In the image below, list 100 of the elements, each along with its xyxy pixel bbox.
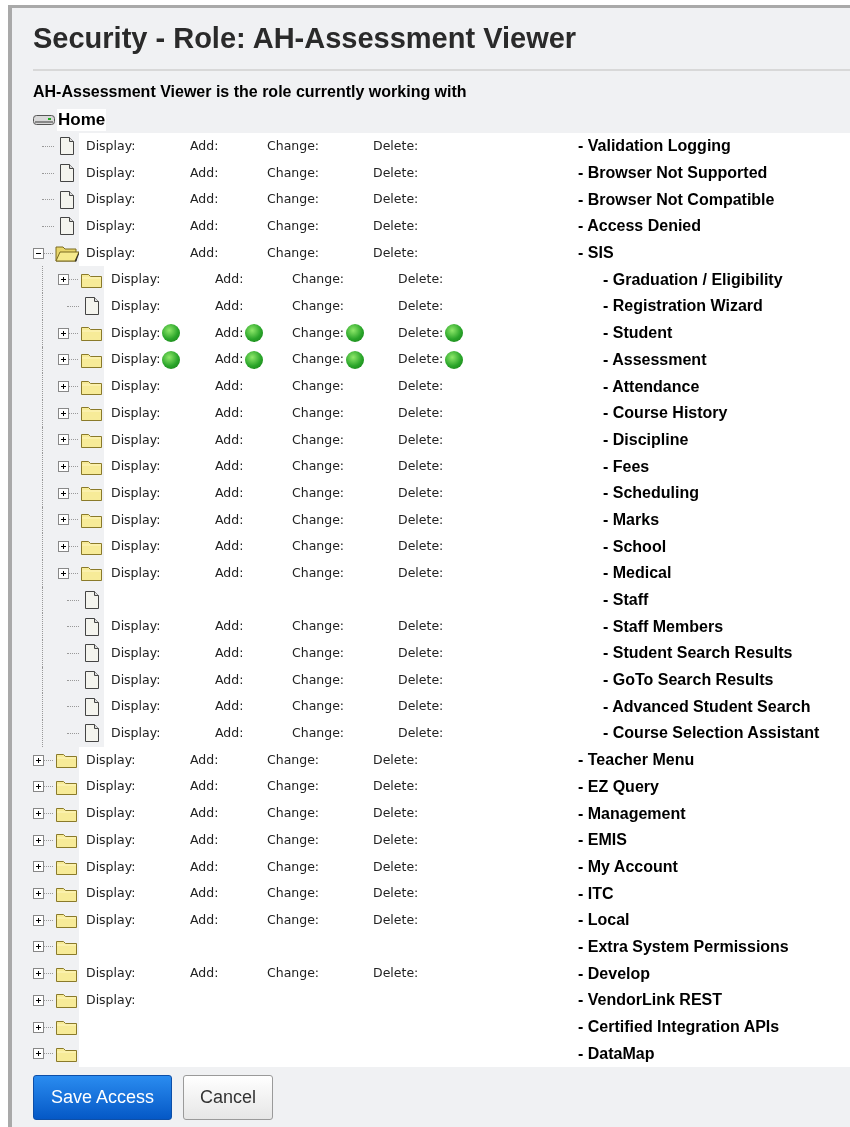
permission-label: Delete: <box>397 403 444 422</box>
section-name: - Attendance <box>602 376 700 397</box>
permission-label: Add: <box>189 243 219 262</box>
expand-icon[interactable] <box>58 274 78 286</box>
collapse-icon[interactable] <box>33 247 53 259</box>
permission-label: Change: <box>266 830 320 849</box>
permission-label: Delete: <box>397 510 444 529</box>
expand-icon[interactable] <box>58 514 78 526</box>
permission-label: Change: <box>266 910 320 929</box>
permission-label: Add: <box>214 537 244 556</box>
expand-icon[interactable] <box>33 861 53 873</box>
permission-label: Add: <box>214 323 244 342</box>
expand-icon[interactable] <box>58 567 78 579</box>
granted-icon[interactable] <box>346 324 365 343</box>
expand-icon[interactable] <box>33 808 53 820</box>
section-name: - Student <box>602 323 673 344</box>
granted-icon[interactable] <box>245 350 264 369</box>
granted-icon[interactable] <box>245 324 264 343</box>
section-name: - Student Search Results <box>602 643 793 664</box>
permission-label: Change: <box>291 430 345 449</box>
permission-label: Change: <box>291 457 345 476</box>
permission-label: Display: <box>110 377 161 396</box>
permission-label: Display: <box>110 270 161 289</box>
section-name: - School <box>602 536 667 557</box>
folder-icon <box>80 484 104 503</box>
section-name: - Marks <box>602 509 660 530</box>
permission-label: Delete: <box>397 724 444 743</box>
expand-icon[interactable] <box>33 754 53 766</box>
section-name: - Access Denied <box>577 216 701 237</box>
granted-icon[interactable] <box>346 350 365 369</box>
permission-label: Add: <box>214 297 244 316</box>
expand-icon[interactable] <box>33 1021 53 1033</box>
tree-root-label[interactable]: Home <box>57 109 107 131</box>
permission-label: Delete: <box>397 377 444 396</box>
expand-icon[interactable] <box>58 407 78 419</box>
section-name: - SIS <box>577 243 614 264</box>
expand-icon[interactable] <box>33 888 53 900</box>
section-name: - GoTo Search Results <box>602 670 774 691</box>
section-name: - Fees <box>602 456 650 477</box>
permission-label: Change: <box>266 857 320 876</box>
permission-label: Display: <box>110 670 161 689</box>
permission-label: Add: <box>214 617 244 636</box>
drive-icon <box>33 114 55 126</box>
expand-icon[interactable] <box>58 381 78 393</box>
permission-label: Display: <box>85 830 136 849</box>
page-title: Security - Role: AH-Assessment Viewer <box>33 21 577 56</box>
section-name: - Staff Members <box>602 616 724 637</box>
permission-label: Display: <box>85 163 136 182</box>
permission-label: Add: <box>189 217 219 236</box>
permission-label: Change: <box>291 644 345 663</box>
permission-label: Delete: <box>397 563 444 582</box>
permission-label: Change: <box>266 804 320 823</box>
permission-label: Delete: <box>397 537 444 556</box>
expand-icon[interactable] <box>58 461 78 473</box>
permission-label: Display: <box>85 136 136 155</box>
permission-label: Change: <box>291 617 345 636</box>
cancel-button[interactable]: Cancel <box>183 1075 274 1121</box>
section-name: - Registration Wizard <box>602 296 763 317</box>
permission-label: Add: <box>189 910 219 929</box>
permission-label: Add: <box>214 377 244 396</box>
permission-label: Add: <box>214 350 244 369</box>
permission-label: Display: <box>110 457 161 476</box>
permission-label: Delete: <box>372 777 419 796</box>
expand-icon[interactable] <box>33 994 53 1006</box>
section-name: - Browser Not Supported <box>577 163 768 184</box>
section-name: - Scheduling <box>602 483 699 504</box>
expand-icon[interactable] <box>33 834 53 846</box>
save-button[interactable]: Save Access <box>33 1075 173 1121</box>
section-name: - My Account <box>577 856 678 877</box>
expand-icon[interactable] <box>33 1048 53 1060</box>
expand-icon[interactable] <box>58 487 78 499</box>
permission-label: Display: <box>110 697 161 716</box>
permission-label: Add: <box>189 190 219 209</box>
permission-label: Change: <box>266 136 320 155</box>
expand-icon[interactable] <box>58 354 78 366</box>
expand-icon[interactable] <box>58 327 78 339</box>
folder-icon <box>55 831 79 850</box>
section-name: - Medical <box>602 563 672 584</box>
granted-icon[interactable] <box>162 324 181 343</box>
expand-icon[interactable] <box>33 941 53 953</box>
permission-label: Add: <box>214 457 244 476</box>
role-description: AH-Assessment Viewer is the role currently working with <box>33 82 467 102</box>
folder-icon <box>55 1018 79 1037</box>
granted-icon[interactable] <box>162 350 181 369</box>
granted-icon[interactable] <box>445 324 464 343</box>
permission-label: Display: <box>85 857 136 876</box>
section-name: - Staff <box>602 590 649 611</box>
section-name: - Certified Integration APIs <box>577 1017 780 1038</box>
permission-label: Display: <box>110 644 161 663</box>
granted-icon[interactable] <box>445 350 464 369</box>
permission-label: Change: <box>266 964 320 983</box>
permission-label: Display: <box>85 910 136 929</box>
expand-icon[interactable] <box>58 434 78 446</box>
expand-icon[interactable] <box>33 914 53 926</box>
permission-label: Add: <box>214 724 244 743</box>
permission-label: Display: <box>85 190 136 209</box>
expand-icon[interactable] <box>58 541 78 553</box>
section-name: - EZ Query <box>577 776 659 797</box>
expand-icon[interactable] <box>33 968 53 980</box>
expand-icon[interactable] <box>33 781 53 793</box>
